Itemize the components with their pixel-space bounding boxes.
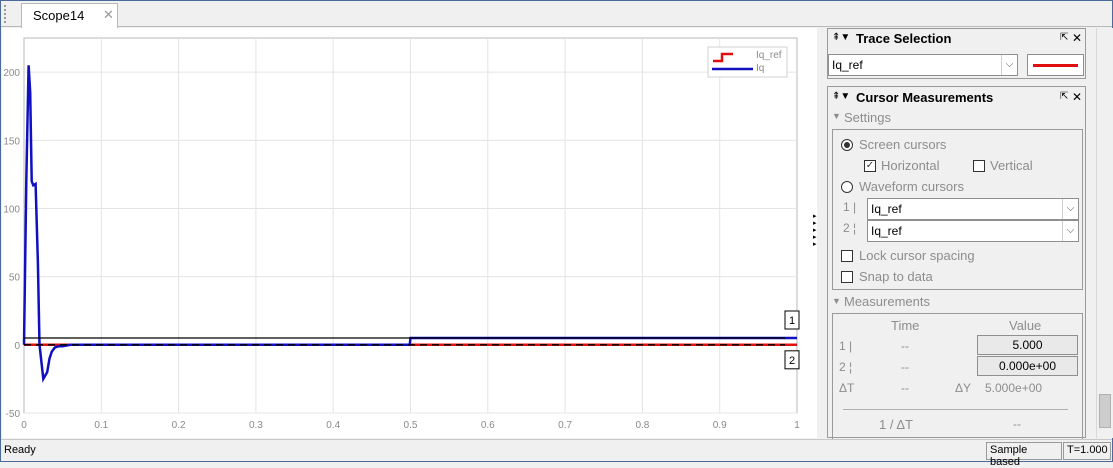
scrollbar-thumb[interactable] (1099, 394, 1111, 428)
col-value-header: Value (1009, 318, 1042, 333)
y-tick-label: 100 (3, 204, 20, 215)
pin-icon[interactable]: ⇞▼ (832, 91, 850, 102)
cursor2-label: 2 ¦ (843, 221, 857, 235)
y-tick-label: -50 (6, 409, 21, 420)
x-tick-label: 0.2 (172, 420, 186, 431)
status-ready: Ready (4, 444, 36, 456)
x-tick-label: 0.5 (404, 420, 418, 431)
delta-t-value: -- (901, 381, 909, 395)
expand-icon[interactable]: ▼ (832, 111, 841, 121)
undock-icon[interactable]: ⇱ (1060, 91, 1068, 102)
x-tick-label: 0.6 (481, 420, 495, 431)
row1-value: 5.000 (977, 335, 1078, 355)
sample-mode-indicator: Sample based (986, 442, 1062, 468)
snap-to-data-label: Snap to data (859, 269, 933, 284)
tab-scope14[interactable]: Scope14 ✕ (21, 3, 118, 28)
y-tick-label: 50 (9, 273, 21, 284)
settings-label[interactable]: Settings (844, 110, 891, 125)
cursor2-trace-value: Iq_ref (871, 224, 902, 238)
measurements-label[interactable]: Measurements (844, 294, 930, 309)
x-tick-label: 0.9 (713, 420, 727, 431)
cursor2-trace-select[interactable]: Iq_ref ⌵ (867, 220, 1079, 242)
status-bar: Ready Sample based T=1.000 (1, 439, 1112, 468)
trace-selection-panel: ⇞▼ Trace Selection ⇱ ✕ Iq_ref ⌵ (827, 28, 1086, 79)
divider (843, 409, 1068, 410)
y-tick-label: 150 (3, 136, 20, 147)
waveform-cursors-label: Waveform cursors (859, 179, 964, 194)
plot-canvas[interactable]: 0 0.1 0.2 0.3 0.4 0.5 0.6 0.7 0.8 0.9 1 200 150 100 50… (2, 28, 817, 438)
x-tick-label: 0.1 (94, 420, 108, 431)
lock-spacing-label: Lock cursor spacing (859, 248, 975, 263)
inverse-delta-t-value: -- (1013, 417, 1021, 431)
x-tick-label: 0.7 (558, 420, 572, 431)
delta-y-value: 5.000e+00 (985, 381, 1043, 395)
line-color-swatch (1033, 64, 1078, 67)
panel-scrollbar[interactable] (1096, 28, 1112, 438)
y-tick-label: 0 (14, 341, 20, 352)
x-tick-label: 0.8 (635, 420, 649, 431)
chevron-down-icon: ⌵ (1062, 221, 1078, 241)
row1-label: 1 | (839, 339, 853, 353)
collapse-panel-icon[interactable]: ▸ ▸ ▸ ▸ ▸ (813, 213, 821, 248)
row2-label: 2 ¦ (839, 360, 853, 374)
trace-select-value: Iq_ref (832, 58, 863, 72)
cursor1-trace-select[interactable]: Iq_ref ⌵ (867, 198, 1079, 220)
waveform-cursors-radio[interactable] (841, 181, 853, 193)
row2-value: 0.000e+00 (977, 356, 1078, 376)
y-tick-label: 200 (3, 68, 20, 79)
delta-y-label: ΔY (955, 381, 972, 395)
row2-time: -- (901, 360, 909, 374)
row1-time: -- (901, 339, 909, 353)
measurements-group: Time Value 1 | -- 5.000 2 ¦ -- 0.000e+00… (832, 313, 1083, 439)
cursor-label: 1 (789, 315, 795, 327)
settings-group: Screen cursors ✓ Horizontal Vertical Wav… (832, 129, 1083, 290)
right-panel: ⇞▼ Trace Selection ⇱ ✕ Iq_ref ⌵ ⇞▼ Curso… (821, 28, 1113, 439)
snap-to-data-checkbox[interactable] (841, 271, 853, 283)
col-time-header: Time (891, 318, 920, 333)
lock-spacing-checkbox[interactable] (841, 250, 853, 262)
cursor-measurements-panel: ⇞▼ Cursor Measurements ⇱ ✕ ▼ Settings Sc… (827, 86, 1086, 439)
screen-cursors-label: Screen cursors (859, 137, 947, 152)
x-tick-label: 1 (794, 420, 800, 431)
expand-icon[interactable]: ▼ (832, 296, 841, 306)
vertical-label: Vertical (990, 158, 1033, 173)
x-tick-label: 0 (21, 420, 27, 431)
delta-t-label: ΔT (839, 381, 855, 395)
cursor1-label: 1 | (843, 200, 857, 214)
screen-cursors-radio[interactable] (841, 139, 853, 151)
trace-selection-title: Trace Selection (856, 31, 952, 46)
vertical-checkbox[interactable] (973, 160, 985, 172)
horizontal-checkbox[interactable]: ✓ (864, 160, 876, 172)
close-icon[interactable]: ✕ (1072, 90, 1082, 104)
chevron-down-icon: ⌵ (1001, 55, 1017, 75)
drag-grip-icon[interactable] (4, 5, 12, 23)
tab-bar: Scope14 ✕ (1, 1, 1112, 28)
x-tick-label: 0.4 (326, 420, 340, 431)
trace-select[interactable]: Iq_ref ⌵ (828, 54, 1018, 76)
undock-icon[interactable]: ⇱ (1060, 32, 1068, 43)
close-icon[interactable]: ✕ (1072, 31, 1082, 45)
grid (23, 37, 798, 414)
cursor1-trace-value: Iq_ref (871, 202, 902, 216)
scope-plot[interactable]: 0 0.1 0.2 0.3 0.4 0.5 0.6 0.7 0.8 0.9 1 200 150 100 50… (2, 28, 817, 438)
cursor-label: 2 (789, 355, 795, 367)
cursor-measurements-title: Cursor Measurements (856, 90, 994, 105)
x-tick-label: 0.3 (249, 420, 263, 431)
tab-label: Scope14 (33, 8, 85, 23)
chevron-down-icon: ⌵ (1062, 199, 1078, 219)
legend-label: Iq_ref (756, 50, 782, 61)
line-style-button[interactable] (1027, 54, 1084, 76)
horizontal-label: Horizontal (881, 158, 940, 173)
legend-label: Iq (756, 63, 764, 74)
inverse-delta-t-label: 1 / ΔT (879, 417, 913, 432)
legend[interactable]: Iq_ref Iq (707, 46, 788, 78)
close-icon[interactable]: ✕ (103, 7, 114, 23)
sim-time-indicator: T=1.000 (1063, 442, 1111, 460)
pin-icon[interactable]: ⇞▼ (832, 32, 850, 43)
